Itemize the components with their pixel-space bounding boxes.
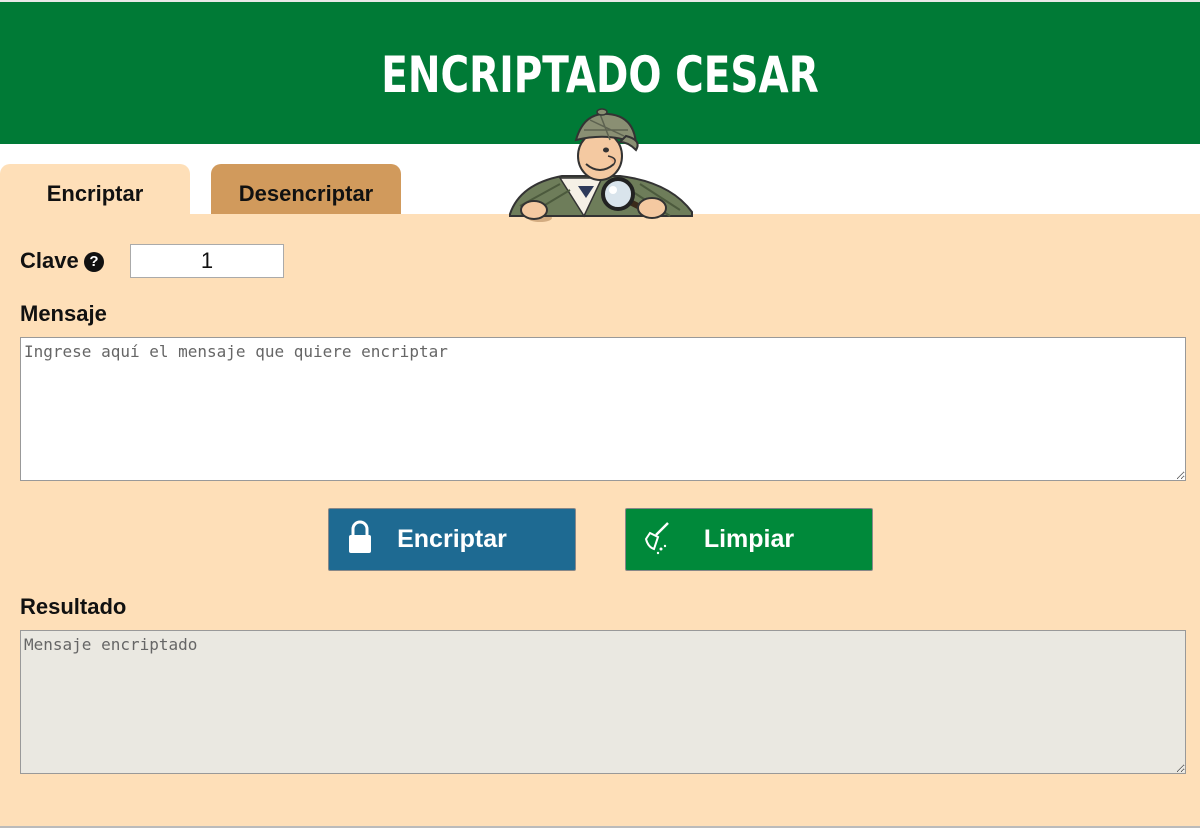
clear-button[interactable]: Limpiar xyxy=(625,508,873,571)
key-label: Clave xyxy=(20,248,79,273)
key-input[interactable] xyxy=(130,244,284,278)
tab-desencriptar-label: Desencriptar xyxy=(238,181,374,206)
message-label: Mensaje xyxy=(20,301,107,326)
tab-encriptar[interactable]: Encriptar xyxy=(0,164,190,216)
message-textarea[interactable] xyxy=(20,337,1186,481)
tab-desencriptar[interactable]: Desencriptar xyxy=(211,164,401,216)
question-circle-icon[interactable]: ? xyxy=(84,252,104,272)
detective-mascot xyxy=(509,108,693,222)
result-label: Resultado xyxy=(20,594,127,619)
clear-button-label: Limpiar xyxy=(703,525,795,553)
encrypt-button[interactable]: Encriptar xyxy=(328,508,576,571)
result-textarea[interactable] xyxy=(20,630,1186,774)
page-title: ENCRIPTADO CESAR xyxy=(381,46,819,104)
tab-encriptar-label: Encriptar xyxy=(46,181,144,206)
encrypt-button-label: Encriptar xyxy=(397,525,507,553)
